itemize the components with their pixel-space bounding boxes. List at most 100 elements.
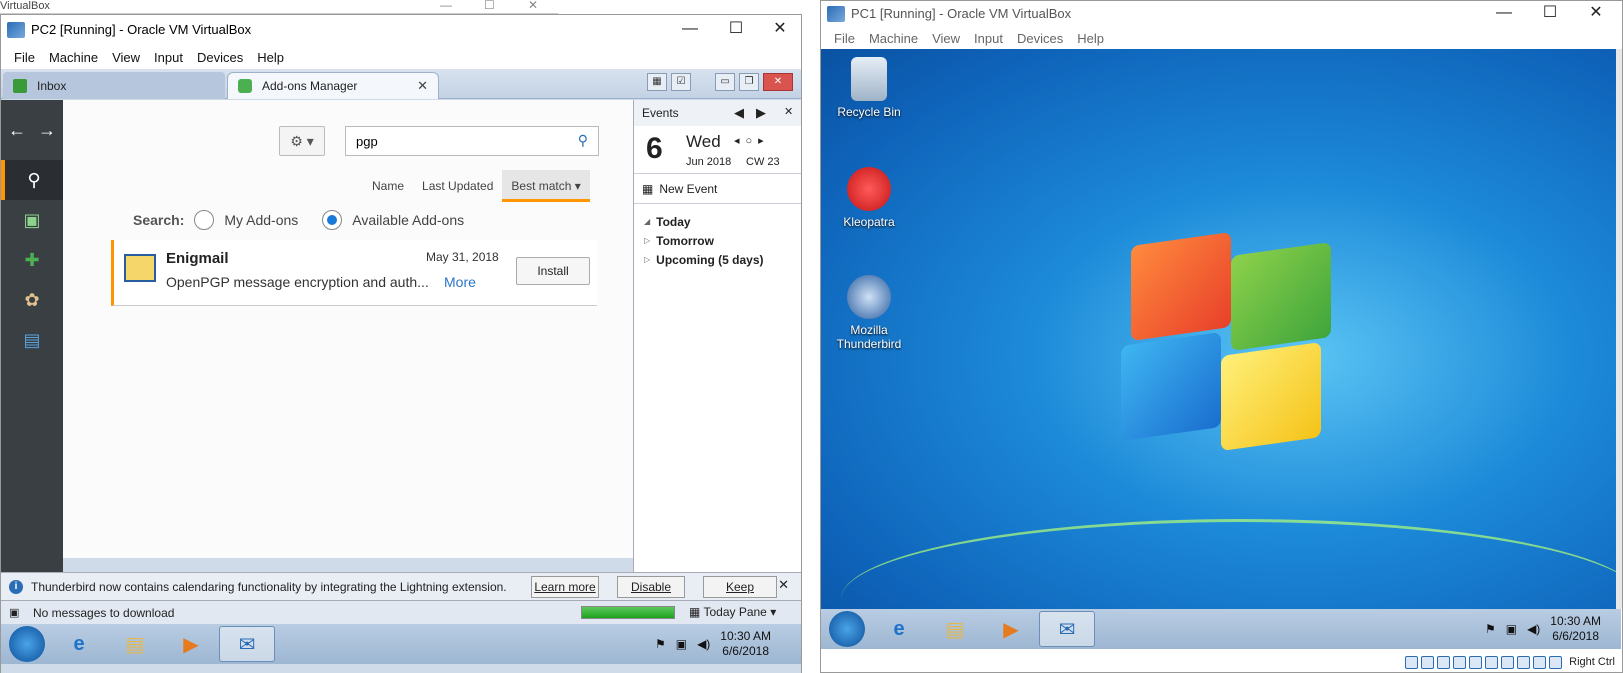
video-capture-icon[interactable] [1517, 655, 1531, 669]
pc1-vertical-scrollbar[interactable] [1616, 49, 1622, 609]
next-icon[interactable]: ▶ [756, 105, 766, 121]
taskbar-explorer[interactable]: ▤ [107, 626, 163, 662]
desktop-thunderbird[interactable]: Mozilla Thunderbird [829, 275, 909, 351]
logo-yellow-pane [1221, 341, 1321, 452]
taskbar-ie[interactable]: e [871, 611, 927, 647]
close-icon[interactable]: ✕ [784, 105, 793, 118]
menu-file[interactable]: File [827, 31, 862, 46]
desktop-kleopatra[interactable]: Kleopatra [829, 167, 909, 229]
new-event-button[interactable]: ▦ New Event [634, 174, 801, 204]
taskbar-media-player[interactable]: ▶ [163, 626, 219, 662]
flag-icon[interactable]: ⚑ [1485, 622, 1496, 636]
menu-machine[interactable]: Machine [862, 31, 925, 46]
mouse-integration-icon[interactable] [1549, 655, 1563, 669]
tab-addons-label: Add-ons Manager [262, 79, 358, 93]
forward-arrow-icon[interactable]: → [38, 120, 56, 141]
menu-devices[interactable]: Devices [1010, 31, 1070, 46]
disable-button[interactable]: Disable [617, 576, 685, 598]
radio-my-addons[interactable] [194, 210, 215, 230]
audio-icon[interactable] [1437, 655, 1451, 669]
calendar-icon[interactable]: ▦ [647, 73, 667, 91]
events-today[interactable]: ◢ Today [634, 212, 801, 231]
network-icon[interactable]: ▣ [676, 637, 687, 651]
close-icon[interactable]: ✕ [417, 78, 428, 94]
start-button[interactable] [829, 611, 865, 647]
menu-file[interactable]: File [7, 50, 42, 65]
menu-devices[interactable]: Devices [190, 50, 250, 65]
network-adapter-icon[interactable] [1453, 655, 1467, 669]
events-upcoming[interactable]: ▷ Upcoming (5 days) [634, 250, 801, 269]
install-button[interactable]: Install [516, 257, 590, 285]
keep-button[interactable]: Keep [703, 576, 777, 598]
tab-addons-manager[interactable]: Add-ons Manager ✕ [227, 72, 439, 99]
menu-view[interactable]: View [105, 50, 147, 65]
gear-icon: ⚙ ▾ [290, 133, 314, 149]
pc2-close-button[interactable]: ✕ [757, 15, 803, 45]
host-minimize-icon[interactable]: — [440, 0, 452, 12]
pc1-minimize-button[interactable]: — [1481, 1, 1527, 27]
usb-icon[interactable] [1469, 655, 1483, 669]
sort-last-updated[interactable]: Last Updated [413, 170, 502, 202]
category-search[interactable]: ⚲ [1, 160, 63, 200]
flag-icon[interactable]: ⚑ [655, 637, 666, 651]
events-tomorrow[interactable]: ▷ Tomorrow [634, 231, 801, 250]
hdd-icon[interactable] [1405, 655, 1419, 669]
category-extensions[interactable]: ✚ [1, 240, 63, 280]
pc2-maximize-button[interactable]: ☐ [713, 15, 759, 45]
desktop-recycle-bin[interactable]: Recycle Bin [829, 57, 909, 119]
taskbar-ie[interactable]: e [51, 626, 107, 662]
search-input[interactable] [346, 127, 556, 155]
search-icon[interactable]: ⚲ [578, 132, 588, 149]
network-icon[interactable]: ▣ [1506, 622, 1517, 636]
menu-view[interactable]: View [925, 31, 967, 46]
sort-name[interactable]: Name [363, 170, 413, 202]
taskbar-explorer[interactable]: ▤ [927, 611, 983, 647]
clock[interactable]: 10:30 AM 6/6/2018 [720, 629, 771, 659]
logo-red-pane [1131, 231, 1231, 342]
back-arrow-icon[interactable]: ← [8, 120, 26, 141]
tb-restore-button[interactable]: ❐ [739, 73, 759, 91]
notification-message: Thunderbird now contains calendaring fun… [31, 579, 507, 594]
shared-folder-icon[interactable] [1485, 655, 1499, 669]
pc2-minimize-button[interactable]: — [667, 15, 713, 45]
status-bar: ▣ No messages to download ▦ Today Pane ▾ [1, 600, 801, 624]
today-pane-toggle[interactable]: ▦ Today Pane ▾ [689, 605, 776, 619]
taskbar-thunderbird[interactable]: ✉ [219, 626, 275, 662]
tab-inbox[interactable]: Inbox [3, 72, 225, 99]
category-get-addons[interactable]: ▣ [1, 200, 63, 240]
menu-input[interactable]: Input [147, 50, 190, 65]
prev-icon[interactable]: ◀ [734, 105, 744, 121]
learn-more-button[interactable]: Learn more [531, 576, 599, 598]
tb-close-button[interactable]: ✕ [763, 73, 793, 91]
tb-minimize-button[interactable]: ▭ [715, 73, 735, 91]
close-icon[interactable]: ✕ [778, 577, 789, 593]
host-close-icon[interactable]: ✕ [528, 0, 538, 12]
menu-machine[interactable]: Machine [42, 50, 105, 65]
thunderbird-label-2: Thunderbird [836, 337, 902, 351]
menu-help[interactable]: Help [1070, 31, 1111, 46]
taskbar-media-player[interactable]: ▶ [983, 611, 1039, 647]
host-maximize-icon[interactable]: ☐ [484, 0, 495, 12]
clock[interactable]: 10:30 AM 6/6/2018 [1550, 614, 1601, 644]
addon-more-link[interactable]: More [444, 274, 476, 290]
gear-menu-button[interactable]: ⚙ ▾ [279, 126, 325, 156]
tasks-icon[interactable]: ☑ [671, 73, 691, 91]
taskbar-thunderbird[interactable]: ✉ [1039, 611, 1095, 647]
sort-best-match[interactable]: Best match ▾ [502, 170, 590, 202]
category-plugins[interactable]: ▤ [1, 320, 63, 360]
volume-icon[interactable]: ◀) [697, 637, 710, 651]
optical-drive-icon[interactable] [1421, 655, 1435, 669]
pc1-maximize-button[interactable]: ☐ [1527, 1, 1573, 27]
category-themes[interactable]: ✿ [1, 280, 63, 320]
volume-icon[interactable]: ◀) [1527, 622, 1540, 636]
radio-available-addons[interactable] [322, 210, 343, 230]
start-button[interactable] [9, 626, 45, 662]
addon-result-item[interactable]: Enigmail May 31, 2018 OpenPGP message en… [111, 240, 597, 306]
menu-input[interactable]: Input [967, 31, 1010, 46]
pc1-close-button[interactable]: ✕ [1573, 1, 1619, 27]
display-icon[interactable] [1501, 655, 1515, 669]
day-nav-icon[interactable]: ◂○▸ [734, 134, 770, 147]
menu-help[interactable]: Help [250, 50, 291, 65]
host-window-title: VirtualBox [0, 0, 50, 12]
cpu-icon[interactable] [1533, 655, 1547, 669]
